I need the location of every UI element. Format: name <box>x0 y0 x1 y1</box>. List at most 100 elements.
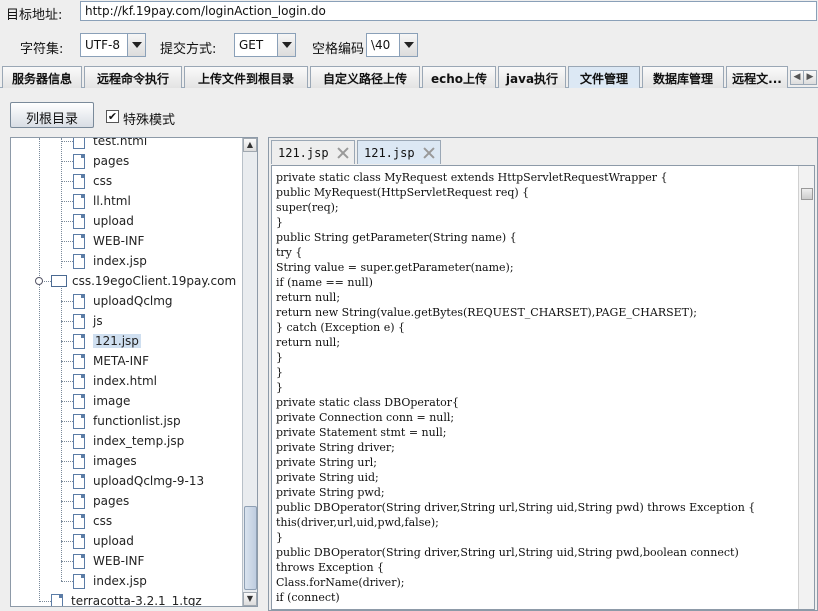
tree-file[interactable]: pages <box>73 491 129 511</box>
tab-server-info[interactable]: 服务器信息 <box>2 66 82 88</box>
tree-connector <box>61 161 73 162</box>
file-icon <box>73 453 85 469</box>
tree-file[interactable]: js <box>73 311 103 331</box>
list-root-button[interactable]: 列根目录 <box>10 102 94 128</box>
editor-tab-label: 121.jsp <box>364 145 415 160</box>
tree-file[interactable]: ll.html <box>73 191 131 211</box>
tree-item-label: image <box>93 394 131 408</box>
code-line: public MyRequest(HttpServletRequest req)… <box>276 186 530 199</box>
tab-file-manager[interactable]: 文件管理 <box>568 66 640 88</box>
tree-file[interactable]: index.jsp <box>73 251 147 271</box>
code-editor[interactable]: private static class MyRequest extends H… <box>271 165 815 610</box>
method-select[interactable]: GET <box>234 33 296 57</box>
code-line: private String driver; <box>276 441 395 454</box>
tree-connector <box>61 461 73 462</box>
tree-item-label: test.html <box>93 137 148 148</box>
space-encoding-value: \40 <box>371 38 391 52</box>
tab-remote-file[interactable]: 远程文... <box>726 66 788 88</box>
code-line: public String getParameter(String name) … <box>276 231 517 244</box>
tab-scroll-left-icon[interactable]: ◀ <box>790 70 804 85</box>
file-icon <box>73 493 85 509</box>
tree-connector <box>61 441 73 442</box>
tree-file[interactable]: META-INF <box>73 351 149 371</box>
close-icon[interactable] <box>337 147 348 159</box>
space-encoding-select[interactable]: \40 <box>366 33 418 57</box>
code-line: this(driver,url,uid,pwd,false); <box>276 516 439 529</box>
code-line: return new String(value.getBytes(REQUEST… <box>276 306 698 319</box>
tree-file[interactable]: functionlist.jsp <box>73 411 181 431</box>
tree-file[interactable]: images <box>73 451 137 471</box>
tree-item-label: css.19egoClient.19pay.com <box>72 274 237 288</box>
editor-panel: 121.jsp 121.jsp private static class MyR… <box>268 137 818 611</box>
expand-toggle-icon[interactable] <box>35 277 43 285</box>
target-url-input[interactable]: http://kf.19pay.com/loginAction_login.do <box>80 1 817 21</box>
tree-item-label: terracotta-3.2.1_1.tgz <box>71 594 202 607</box>
file-icon <box>73 573 85 589</box>
tree-item-label: index_temp.jsp <box>93 434 185 448</box>
tab-upload-root[interactable]: 上传文件到根目录 <box>184 66 308 88</box>
tree-file[interactable]: index.html <box>73 371 157 391</box>
code-line: } <box>276 351 283 364</box>
tree-connector <box>61 501 73 502</box>
chevron-down-icon[interactable] <box>399 34 417 56</box>
tree-file[interactable]: pages <box>73 151 129 171</box>
tree-guide <box>61 288 62 581</box>
tree-connector <box>61 181 73 182</box>
tab-scroll-right-icon[interactable]: ▶ <box>803 70 817 85</box>
tree-file[interactable]: test.html <box>73 137 148 151</box>
tree-file[interactable]: upload <box>73 531 134 551</box>
tree-connector <box>61 481 73 482</box>
tree-file[interactable]: image <box>73 391 130 411</box>
chevron-down-icon[interactable] <box>277 34 295 56</box>
tree-file[interactable]: uploadQclmg-9-13 <box>73 471 204 491</box>
chevron-down-icon[interactable] <box>127 34 145 56</box>
charset-label: 字符集: <box>20 42 64 57</box>
editor-tab[interactable]: 121.jsp <box>271 140 355 164</box>
file-tree[interactable]: test.html pages css ll.html upload WEB-INF ind… <box>10 137 258 607</box>
tree-file[interactable]: css <box>73 171 112 191</box>
tree-file[interactable]: 121.jsp <box>73 331 141 351</box>
tree-file[interactable]: index.jsp <box>73 571 147 591</box>
tree-file[interactable]: uploadQclmg <box>73 291 173 311</box>
file-icon <box>73 138 85 149</box>
tree-connector <box>61 541 73 542</box>
editor-tab-label: 121.jsp <box>278 145 329 160</box>
close-icon[interactable] <box>423 147 434 159</box>
editor-tab-active[interactable]: 121.jsp <box>357 140 441 164</box>
tab-custom-upload[interactable]: 自定义路径上传 <box>310 66 420 88</box>
code-scrollbar[interactable] <box>798 166 814 609</box>
scroll-up-icon[interactable]: ▲ <box>243 138 257 152</box>
code-line: super(req); <box>276 201 339 214</box>
tree-file[interactable]: terracotta-3.2.1_1.tgz <box>51 591 202 607</box>
tree-file[interactable]: WEB-INF <box>73 231 144 251</box>
tree-connector <box>61 341 73 342</box>
file-icon <box>73 153 85 169</box>
options-row: 字符集: UTF-8 提交方式: GET 空格编码 \40 <box>0 32 818 58</box>
scrollbar-thumb[interactable] <box>801 188 813 200</box>
tab-database-manager[interactable]: 数据库管理 <box>642 66 724 88</box>
tree-item-label: META-INF <box>93 354 150 368</box>
scrollbar-thumb[interactable] <box>244 506 257 590</box>
code-line: return null; <box>276 291 341 304</box>
tree-connector <box>39 601 51 602</box>
tree-item-label: uploadQclmg <box>93 294 173 308</box>
tree-guide <box>39 138 40 600</box>
code-line: try { <box>276 246 303 259</box>
tree-file[interactable]: WEB-INF <box>73 551 144 571</box>
special-mode-checkbox[interactable]: ✔ <box>106 110 119 123</box>
tree-file[interactable]: index_temp.jsp <box>73 431 184 451</box>
tab-echo-upload[interactable]: echo上传 <box>422 66 496 88</box>
tab-java-exec[interactable]: java执行 <box>498 66 566 88</box>
tree-scrollbar[interactable]: ▲ ▼ <box>242 138 257 606</box>
file-icon <box>73 553 85 569</box>
tree-file[interactable]: upload <box>73 211 134 231</box>
tree-folder[interactable]: css.19egoClient.19pay.com <box>51 271 236 291</box>
tree-connector <box>61 381 73 382</box>
tab-remote-command[interactable]: 远程命令执行 <box>84 66 182 88</box>
charset-select[interactable]: UTF-8 <box>80 33 146 57</box>
code-line: } <box>276 366 283 379</box>
tree-item-label: ll.html <box>93 194 131 208</box>
tree-item-label: functionlist.jsp <box>93 414 181 428</box>
scroll-down-icon[interactable]: ▼ <box>243 592 257 606</box>
tree-file[interactable]: css <box>73 511 112 531</box>
